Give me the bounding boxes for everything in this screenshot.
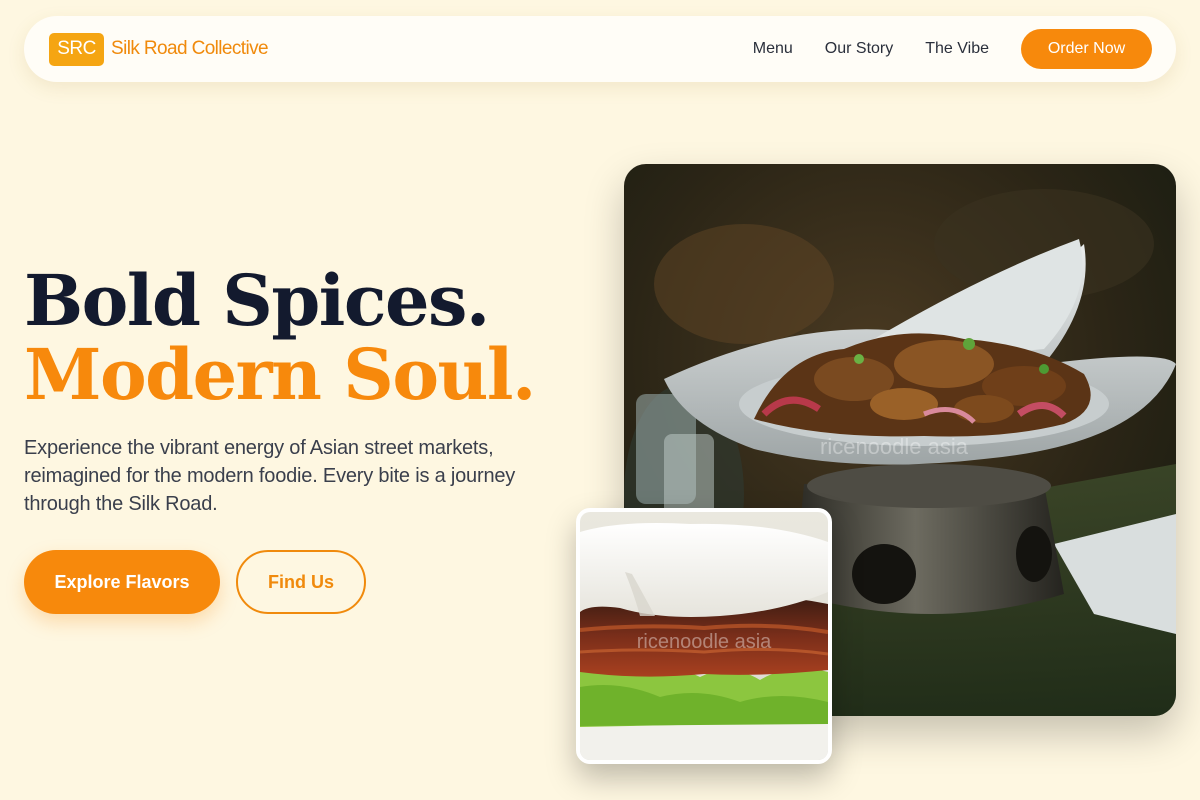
- nav-link-menu[interactable]: Menu: [753, 40, 793, 58]
- order-now-button[interactable]: Order Now: [1021, 29, 1152, 69]
- logo-badge: SRC: [49, 32, 104, 66]
- nav-link-our-story[interactable]: Our Story: [825, 40, 893, 58]
- main-photo-watermark: ricenoodle asia: [820, 434, 969, 459]
- thumb-photo-watermark: ricenoodle asia: [637, 631, 772, 653]
- hero-subtitle: Experience the vibrant energy of Asian s…: [24, 437, 516, 515]
- headline-line-1: Bold Spices.: [24, 259, 490, 342]
- nav-links: Menu Our Story The Vibe Order Now: [753, 29, 1152, 69]
- nav-link-the-vibe[interactable]: The Vibe: [925, 40, 989, 58]
- brand-link[interactable]: SRC Silk Road Collective: [49, 32, 269, 66]
- brand-name: Silk Road Collective: [111, 38, 269, 59]
- hero-thumb-photo: ricenoodle asia: [576, 508, 832, 764]
- find-us-button[interactable]: Find Us: [236, 550, 366, 614]
- explore-flavors-button[interactable]: Explore Flavors: [24, 550, 220, 614]
- nav-bar: SRC Silk Road Collective Menu Our Story …: [24, 16, 1176, 82]
- bao-bun-image: ricenoodle asia: [580, 512, 828, 760]
- headline-line-2: Modern Soul.: [24, 333, 536, 416]
- landing-page: SRC Silk Road Collective Menu Our Story …: [0, 0, 1200, 800]
- hero-headline: Bold Spices. Modern Soul.: [24, 259, 536, 416]
